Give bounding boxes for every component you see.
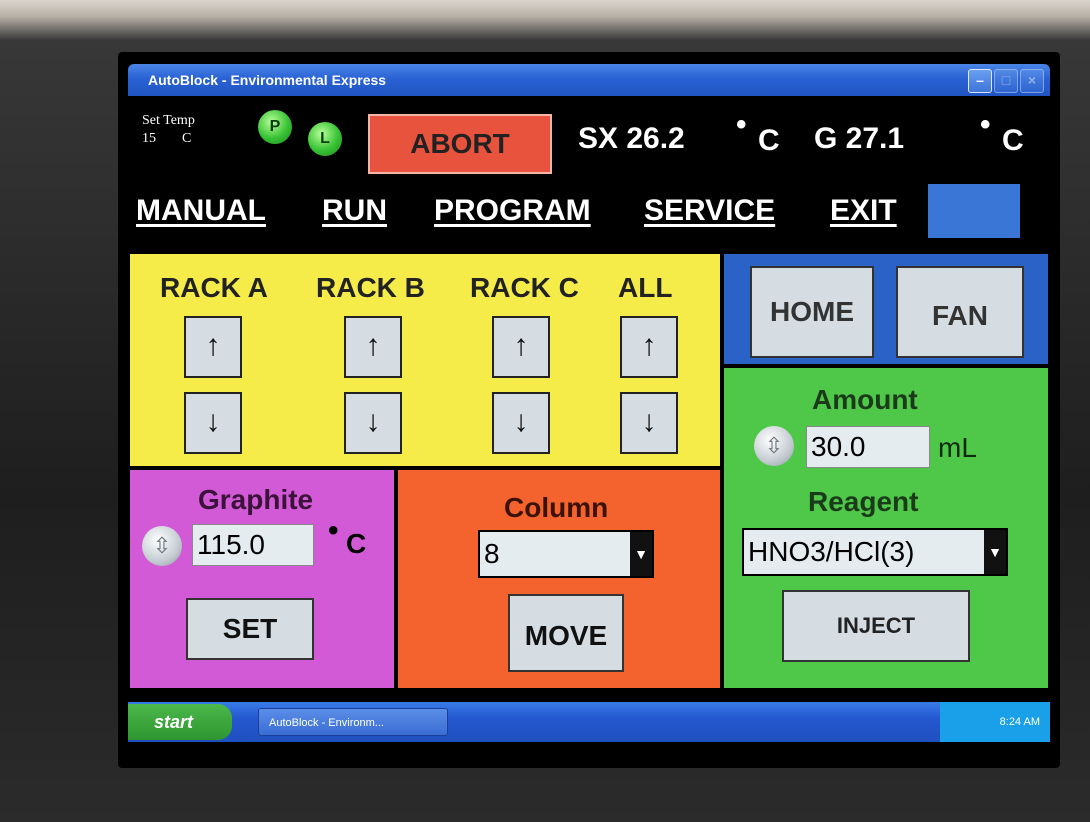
led-l-indicator: L [308, 122, 342, 156]
graphite-label: Graphite [198, 484, 314, 515]
bezel-top [0, 0, 1090, 40]
chevron-down-icon[interactable]: ▼ [984, 530, 1006, 574]
main-menu: MANUAL RUN PROGRAM SERVICE EXIT [128, 180, 1050, 252]
graphite-temp-unit: C [346, 528, 367, 559]
menu-manual[interactable]: MANUAL [136, 194, 266, 228]
sx-temp-unit: C [758, 124, 780, 157]
tray-clock: 8:24 AM [999, 716, 1040, 728]
set-temp-value: 15 [142, 131, 156, 146]
window-title: AutoBlock - Environmental Express [148, 72, 387, 88]
column-panel: Column 8 ▼ MOVE [396, 468, 722, 690]
g-temp-unit: C [1002, 124, 1024, 157]
set-temp-unit: C [182, 131, 192, 146]
column-selected-value: 8 [484, 538, 500, 569]
degree-icon: • [736, 108, 747, 141]
right-column: HOME FAN Amount ⇳ 30.0 mL Reagent HNO3/H… [722, 252, 1050, 690]
minimize-icon[interactable]: – [968, 69, 992, 93]
status-header: Set Temp 15 C P L ABORT SX 26.2 • C G 27… [128, 96, 1050, 180]
rack-b-label: RACK B [316, 272, 425, 303]
all-label: ALL [618, 272, 673, 303]
window-titlebar: AutoBlock - Environmental Express – □ × [128, 64, 1050, 96]
amount-label: Amount [812, 384, 918, 415]
home-fan-panel: HOME FAN [722, 252, 1050, 366]
menu-program[interactable]: PROGRAM [434, 194, 591, 228]
chevron-down-icon[interactable]: ▼ [630, 532, 652, 576]
start-label: start [154, 712, 194, 732]
start-button[interactable]: start [128, 704, 232, 740]
rack-c-label: RACK C [470, 272, 579, 303]
all-down-button[interactable]: ↓ [620, 392, 678, 454]
menu-run[interactable]: RUN [322, 194, 387, 228]
reagent-label: Reagent [808, 486, 919, 517]
menu-blank-area [928, 184, 1020, 238]
rack-c-up-button[interactable]: ↑ [492, 316, 550, 378]
column-select[interactable]: 8 ▼ [478, 530, 654, 578]
column-label: Column [504, 492, 609, 523]
app-window: Set Temp 15 C P L ABORT SX 26.2 • C G 27… [128, 96, 1050, 690]
set-temp-display: Set Temp 15 C [142, 112, 195, 148]
taskbar-autoblock-task[interactable]: AutoBlock - Environm... [258, 708, 448, 736]
sx-temp-reading: SX 26.2 [578, 122, 685, 155]
all-up-button[interactable]: ↑ [620, 316, 678, 378]
graphite-temp-input[interactable]: 115.0 [192, 524, 314, 566]
home-button[interactable]: HOME [750, 266, 874, 358]
system-tray: 8:24 AM [940, 702, 1050, 742]
abort-button[interactable]: ABORT [368, 114, 552, 174]
rack-b-up-button[interactable]: ↑ [344, 316, 402, 378]
move-button[interactable]: MOVE [508, 594, 624, 672]
rack-a-down-button[interactable]: ↓ [184, 392, 242, 454]
graphite-spinner-icon[interactable]: ⇳ [142, 526, 182, 566]
amount-spinner-icon[interactable]: ⇳ [754, 426, 794, 466]
menu-service[interactable]: SERVICE [644, 194, 775, 228]
fan-button[interactable]: FAN [896, 266, 1024, 358]
menu-exit[interactable]: EXIT [830, 194, 897, 228]
led-p-indicator: P [258, 110, 292, 144]
degree-icon: • [328, 514, 339, 547]
rack-b-down-button[interactable]: ↓ [344, 392, 402, 454]
rack-a-label: RACK A [160, 272, 268, 303]
taskbar: start AutoBlock - Environm... 8:24 AM [128, 702, 1050, 742]
degree-icon: • [980, 108, 991, 141]
reagent-select[interactable]: HNO3/HCl(3) ▼ [742, 528, 1008, 576]
maximize-icon[interactable]: □ [994, 69, 1018, 93]
inject-button[interactable]: INJECT [782, 590, 970, 662]
amount-unit: mL [938, 432, 977, 463]
rack-panel: RACK A RACK B RACK C ALL ↑ ↑ ↑ ↑ ↓ ↓ ↓ ↓ [128, 252, 722, 468]
graphite-panel: Graphite ⇳ 115.0 • C SET [128, 468, 396, 690]
close-icon[interactable]: × [1020, 69, 1044, 93]
set-button[interactable]: SET [186, 598, 314, 660]
reagent-panel: Amount ⇳ 30.0 mL Reagent HNO3/HCl(3) ▼ I… [722, 366, 1050, 690]
rack-c-down-button[interactable]: ↓ [492, 392, 550, 454]
screen: AutoBlock - Environmental Express – □ × … [118, 52, 1060, 768]
amount-input[interactable]: 30.0 [806, 426, 930, 468]
reagent-selected-value: HNO3/HCl(3) [748, 536, 915, 567]
set-temp-label: Set Temp [142, 113, 195, 128]
g-temp-reading: G 27.1 [814, 122, 905, 155]
rack-a-up-button[interactable]: ↑ [184, 316, 242, 378]
